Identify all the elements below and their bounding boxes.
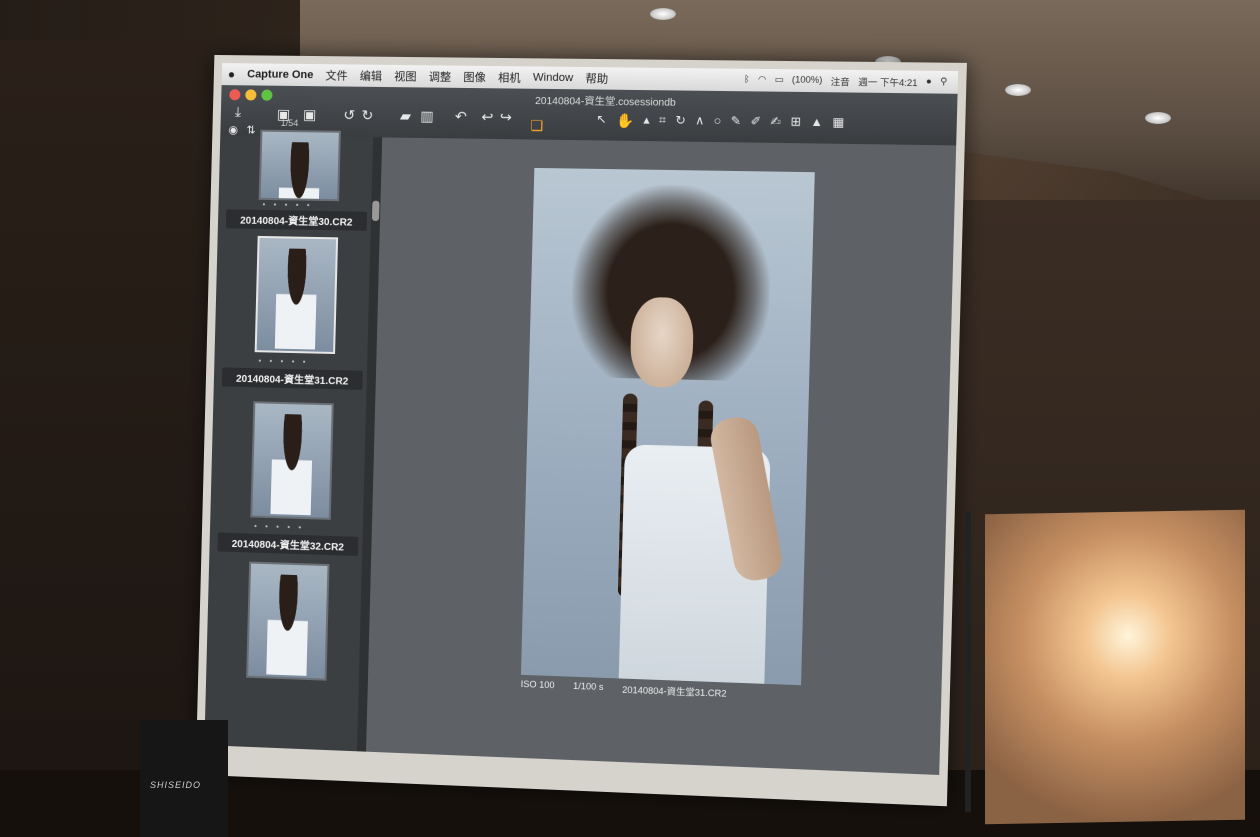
ceiling-light	[650, 8, 676, 20]
user-icon[interactable]: ●	[926, 75, 932, 88]
rating-stars[interactable]: • • • • •	[262, 200, 312, 210]
thumbnail-figure	[274, 248, 318, 350]
image-counter: 1/54	[280, 117, 299, 129]
main-photo[interactable]	[520, 167, 815, 686]
wall-left	[0, 40, 215, 837]
spot-tool-icon[interactable]: ○	[713, 113, 722, 130]
projection-screen: ● Capture One 文件 编辑 视图 调整 图像 相机 Window 帮…	[195, 54, 967, 807]
menu-view[interactable]: 视图	[394, 68, 417, 84]
browser-panel: 1/54 • • • • • 20140804-資生堂30.CR2 • • • …	[204, 118, 374, 752]
guides-icon[interactable]: ▦	[832, 115, 844, 133]
capture-one-window: ● Capture One 文件 编辑 视图 调整 图像 相机 Window 帮…	[204, 63, 959, 775]
rotate-tool-icon[interactable]: ↻	[675, 113, 686, 130]
session-title: 20140804-資生堂.cosessiondb	[534, 95, 676, 109]
rotate-left-icon[interactable]: ↺	[343, 107, 355, 124]
import-icon[interactable]: ⤓	[235, 103, 242, 120]
brush-tool-icon[interactable]: ✎	[730, 114, 741, 132]
menu-adjust[interactable]: 调整	[429, 68, 452, 84]
thumbnail-cell[interactable]: • • • • • 20140804-資生堂31.CR2	[217, 235, 367, 399]
gradient-tool-icon[interactable]: ✐	[750, 114, 761, 132]
battery-icon[interactable]: ▭	[774, 74, 784, 87]
select-tool-icon[interactable]: ↖	[596, 112, 607, 129]
keystone-tool-icon[interactable]: ∧	[695, 113, 705, 130]
app-name[interactable]: Capture One	[247, 68, 314, 81]
picker-tool-icon[interactable]: ▴	[643, 113, 650, 130]
thumbnail-image[interactable]	[250, 401, 334, 520]
shutter-value: 1/100 s	[572, 680, 604, 693]
input-method[interactable]: 注音	[831, 74, 850, 88]
ceiling-light	[1005, 84, 1031, 96]
pan-tool-icon[interactable]: ✋	[616, 112, 634, 130]
rotate-right-icon[interactable]: ↻	[361, 107, 373, 124]
exposure-warning-icon[interactable]: ▲	[810, 115, 823, 133]
podium	[140, 720, 228, 837]
scrollbar-thumb[interactable]	[371, 200, 380, 222]
viewer-filename: 20140804-資生堂31.CR2	[621, 684, 727, 699]
thumbnail-figure	[266, 574, 310, 676]
close-window-button[interactable]	[229, 89, 241, 101]
thumbnail-filename: 20140804-資生堂31.CR2	[221, 367, 363, 390]
lightbox-stand	[965, 512, 971, 812]
clock[interactable]: 週一 下午4:21	[858, 75, 918, 89]
status-area: ᛒ ◠ ▭ (100%) 注音 週一 下午4:21 ● ⚲	[744, 73, 958, 89]
reset-icon[interactable]: ↶	[455, 108, 467, 125]
window-controls	[229, 89, 273, 101]
zoom-window-button[interactable]	[261, 89, 273, 101]
thumbnail-cell[interactable]: • • • • • 20140804-資生堂32.CR2	[213, 400, 363, 565]
thumbnail-figure	[270, 413, 314, 516]
variants-stack-icon[interactable]: ❏	[530, 117, 543, 134]
menu-help[interactable]: 帮助	[585, 70, 608, 87]
thumbnail-filename: 20140804-資生堂32.CR2	[217, 532, 359, 556]
thumbnail-image[interactable]	[254, 235, 339, 355]
redo-icon[interactable]: ↪	[500, 109, 512, 126]
rating-stars[interactable]: • • • • •	[258, 356, 308, 366]
folder-icon[interactable]: ▰	[400, 107, 411, 124]
minimize-window-button[interactable]	[245, 89, 257, 101]
thumbnail-cell[interactable]	[210, 560, 359, 706]
grid-icon[interactable]: ⊞	[790, 114, 801, 132]
spotlight-search-icon[interactable]: ⚲	[940, 76, 947, 89]
menu-edit[interactable]: 编辑	[360, 68, 383, 84]
image-viewer: ISO 100 1/100 s 20140804-資生堂31.CR2	[366, 137, 957, 775]
studio-lightbox	[985, 509, 1245, 825]
ceiling-light	[1145, 112, 1171, 124]
cursor-tools: ↖ ✋ ▴ ⌗ ↻ ∧ ○ ✎ ✐ ✍ ⊞ ▲ ▦	[596, 112, 844, 133]
thumbnail-image[interactable]	[246, 561, 330, 681]
bluetooth-icon[interactable]: ᛒ	[744, 73, 750, 86]
photo-face	[629, 296, 695, 388]
menu-window[interactable]: Window	[533, 72, 574, 85]
rating-stars[interactable]: • • • • •	[254, 522, 304, 533]
thumbnail-cell[interactable]: • • • • • 20140804-資生堂30.CR2	[222, 129, 370, 231]
undo-icon[interactable]: ↩	[481, 108, 493, 125]
process-icon[interactable]: ▣	[303, 106, 317, 123]
menu-image[interactable]: 图像	[463, 69, 486, 85]
wifi-icon[interactable]: ◠	[758, 73, 766, 86]
thumbnail-figure	[277, 141, 321, 202]
apple-menu-icon[interactable]: ●	[228, 67, 236, 81]
iso-value: ISO 100	[520, 678, 555, 691]
menu-camera[interactable]: 相机	[498, 69, 521, 85]
podium-logo: SHISEIDO	[150, 780, 202, 790]
thumbnail-image[interactable]	[258, 129, 341, 202]
menubar-spacer	[621, 79, 732, 80]
trash-icon[interactable]: ▥	[420, 108, 434, 125]
annotate-tool-icon[interactable]: ✍	[770, 114, 781, 132]
crop-tool-icon[interactable]: ⌗	[659, 113, 666, 130]
thumbnail-filename: 20140804-資生堂30.CR2	[225, 209, 368, 231]
menu-file[interactable]: 文件	[325, 67, 348, 83]
battery-percent: (100%)	[791, 73, 823, 85]
